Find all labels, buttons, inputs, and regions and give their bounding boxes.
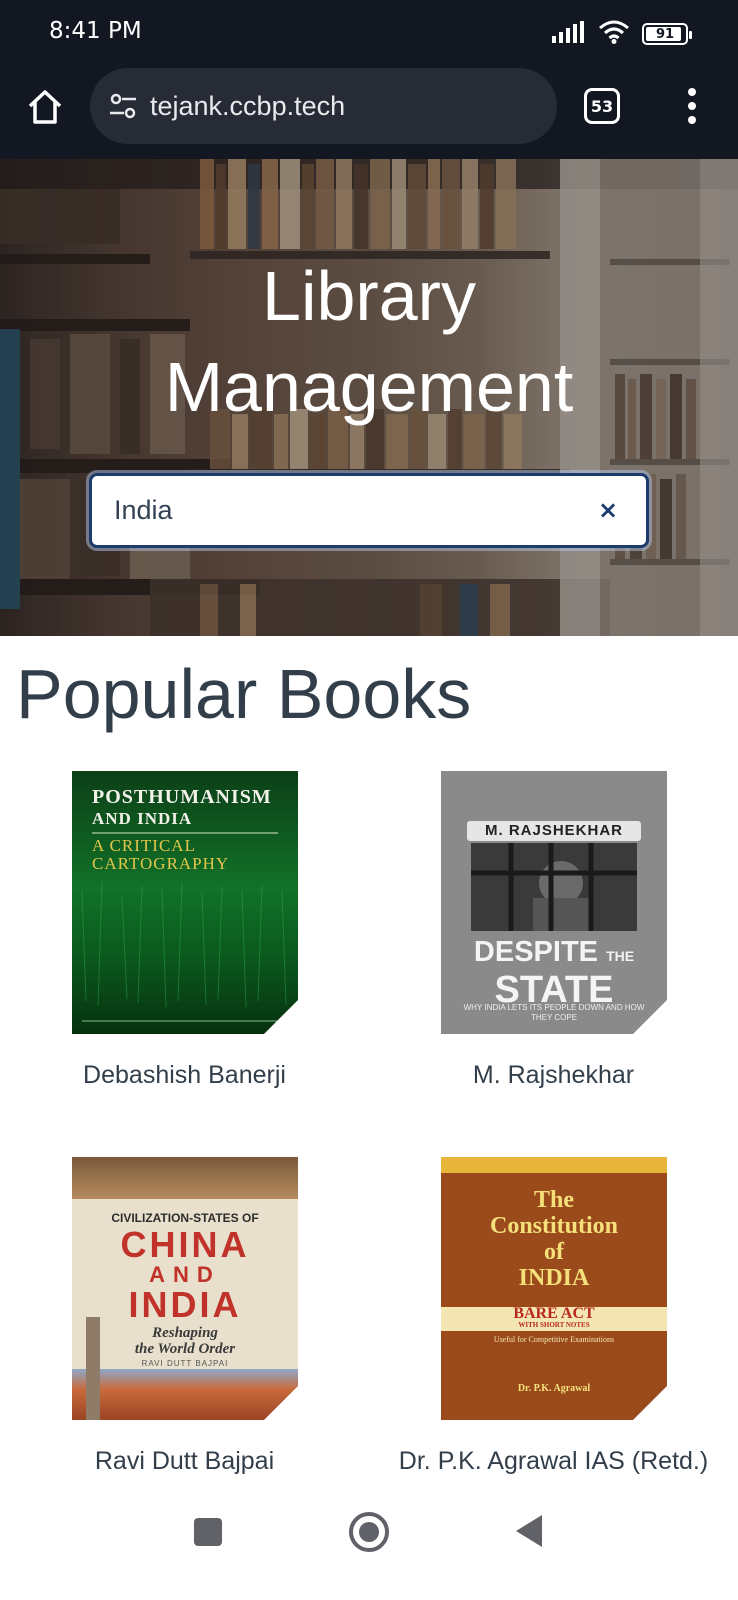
cover-photo (471, 843, 637, 931)
book-cover[interactable]: POSTHUMANISM AND INDIA A CRITICAL CARTOG… (72, 771, 298, 1034)
cover-title-line: of (544, 1239, 564, 1265)
cover-title: The Constitution of INDIA (441, 1187, 667, 1291)
cover-title-line: DESPITE THE (441, 937, 667, 971)
cover-tagline: WHY INDIA LETS ITS PEOPLE DOWN AND HOW T… (463, 1003, 645, 1022)
cover-subtitle-line: the World Order (134, 1341, 236, 1357)
home-circle-dot (359, 1522, 379, 1542)
home-button[interactable] (22, 84, 68, 130)
battery-level: 91 (655, 26, 675, 42)
page-curl (264, 1386, 298, 1420)
cover-subtitle: Reshaping the World Order (72, 1325, 298, 1357)
tabs-button[interactable]: 53 (584, 88, 620, 124)
tab-count: 53 (590, 96, 614, 116)
cover-title-line: POSTHUMANISM (92, 786, 272, 808)
status-icons: 91 (552, 20, 692, 48)
signal-icon (552, 21, 586, 47)
book-card[interactable]: CIVILIZATION-STATES OF CHINA AND INDIA R… (0, 1157, 369, 1541)
book-author: Dr. P.K. Agrawal IAS (Retd.) (398, 1447, 709, 1475)
battery-icon: 91 (642, 23, 692, 45)
cover-author: M. RAJSHEKHAR (484, 822, 623, 839)
cover-top-band (441, 1157, 667, 1173)
more-menu-icon[interactable] (680, 84, 704, 128)
status-time: 8:41 PM (49, 18, 142, 44)
book-card[interactable]: M. RAJSHEKHAR DESPITE THE STATE WHY INDI… (369, 771, 738, 1155)
wifi-icon (598, 20, 630, 48)
search-input[interactable] (114, 476, 574, 545)
cover-band-text: BARE ACT WITH SHORT NOTES (441, 1305, 667, 1330)
book-cover[interactable]: M. RAJSHEKHAR DESPITE THE STATE WHY INDI… (441, 771, 667, 1034)
cover-subtitle-line: A CRITICAL (92, 836, 196, 855)
cover-author: RAVI DUTT BAJPAI (141, 1359, 229, 1368)
cover-title-line: INDIA (128, 1284, 242, 1325)
cover-note: Useful for Competitive Examinations (493, 1335, 615, 1344)
cover-subtitle-line: Reshaping (152, 1325, 218, 1341)
book-author: M. Rajshekhar (472, 1061, 635, 1089)
status-bar: 8:41 PM 91 (0, 0, 738, 68)
page-curl (633, 1000, 667, 1034)
cover-title-line: INDIA (518, 1265, 590, 1291)
cover-title-word: DESPITE (473, 936, 599, 968)
address-bar[interactable]: tejank.ccbp.tech (90, 68, 557, 144)
search-box: × (89, 473, 649, 548)
book-author: Ravi Dutt Bajpai (94, 1447, 275, 1475)
url-text[interactable]: tejank.ccbp.tech (150, 91, 345, 122)
menu-dot (688, 102, 696, 110)
book-card[interactable]: The Constitution of INDIA BARE ACT WITH … (369, 1157, 738, 1541)
cover-band-line: WITH SHORT NOTES (518, 1321, 590, 1329)
book-cover[interactable]: CIVILIZATION-STATES OF CHINA AND INDIA R… (72, 1157, 298, 1420)
cover-title: DESPITE THE STATE (441, 937, 667, 1009)
section-title: Popular Books (16, 655, 472, 733)
cover-title: POSTHUMANISM AND INDIA (92, 787, 298, 829)
clear-search-icon[interactable]: × (592, 494, 624, 526)
cover-warriors-band (72, 1157, 298, 1199)
page-curl (633, 1386, 667, 1420)
back-icon[interactable] (516, 1515, 542, 1547)
cover-title-line: AND INDIA (92, 809, 193, 828)
cover-title-word: THE (606, 948, 635, 964)
cover-pillar (86, 1317, 100, 1420)
page-title-line-2: Management (164, 348, 574, 426)
page-title: Library Management (0, 251, 738, 433)
cover-title: CHINA AND INDIA (72, 1227, 298, 1323)
page-title-line-1: Library (262, 257, 476, 335)
cover-subtitle-line: CARTOGRAPHY (92, 854, 230, 873)
system-nav-bar (0, 1488, 738, 1600)
cover-title-line: CHINA (120, 1224, 250, 1265)
recents-icon[interactable] (194, 1518, 222, 1546)
home-circle-icon[interactable] (349, 1512, 389, 1552)
browser-toolbar: tejank.ccbp.tech 53 (0, 68, 738, 159)
cover-subtitle: A CRITICAL CARTOGRAPHY (92, 837, 298, 873)
cover-band-line: BARE ACT (513, 1305, 595, 1322)
site-settings-icon[interactable] (108, 91, 138, 121)
menu-dot (688, 116, 696, 124)
home-icon (28, 90, 62, 124)
hero-banner: Library Management × (0, 159, 738, 636)
book-cover[interactable]: The Constitution of INDIA BARE ACT WITH … (441, 1157, 667, 1420)
cover-kicker: CIVILIZATION-STATES OF (111, 1211, 259, 1225)
menu-dot (688, 88, 696, 96)
cover-title-line: Constitution (489, 1213, 619, 1239)
page-curl (264, 1000, 298, 1034)
cover-title-line: The (533, 1187, 574, 1213)
book-author: Debashish Banerji (83, 1061, 286, 1089)
book-card[interactable]: POSTHUMANISM AND INDIA A CRITICAL CARTOG… (0, 771, 369, 1155)
